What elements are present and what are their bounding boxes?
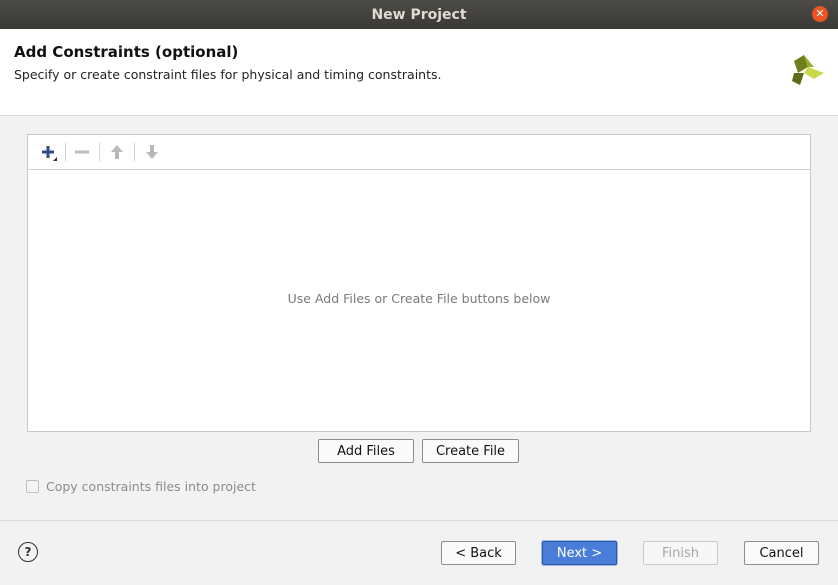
window-titlebar: New Project ✕ bbox=[0, 0, 838, 29]
empty-list-message: Use Add Files or Create File buttons bel… bbox=[287, 291, 551, 306]
footer-divider bbox=[0, 520, 838, 521]
page-title: Add Constraints (optional) bbox=[14, 43, 239, 61]
create-file-button[interactable]: Create File bbox=[422, 439, 519, 463]
arrow-down-icon bbox=[140, 141, 164, 163]
wizard-header: Add Constraints (optional) Specify or cr… bbox=[0, 29, 838, 116]
cancel-button[interactable]: Cancel bbox=[744, 541, 819, 565]
vivado-logo-icon bbox=[792, 55, 824, 85]
add-files-button[interactable]: Add Files bbox=[318, 439, 414, 463]
copy-constraints-label: Copy constraints files into project bbox=[46, 479, 256, 494]
back-button[interactable]: < Back bbox=[441, 541, 516, 565]
plus-icon[interactable] bbox=[36, 141, 60, 163]
window-title: New Project bbox=[371, 6, 467, 23]
close-window-icon[interactable]: ✕ bbox=[812, 6, 828, 22]
copy-constraints-checkbox bbox=[26, 480, 39, 493]
toolbar-separator bbox=[65, 143, 66, 161]
constraint-files-panel: Use Add Files or Create File buttons bel… bbox=[27, 134, 811, 432]
toolbar-separator bbox=[134, 143, 135, 161]
toolbar-separator bbox=[99, 143, 100, 161]
arrow-up-icon bbox=[105, 141, 129, 163]
next-button[interactable]: Next > bbox=[542, 541, 617, 565]
copy-constraints-option: Copy constraints files into project bbox=[26, 479, 256, 494]
finish-button: Finish bbox=[643, 541, 718, 565]
page-subtitle: Specify or create constraint files for p… bbox=[14, 67, 442, 82]
files-toolbar bbox=[28, 135, 810, 170]
minus-icon bbox=[70, 141, 94, 163]
help-icon[interactable]: ? bbox=[18, 542, 38, 562]
